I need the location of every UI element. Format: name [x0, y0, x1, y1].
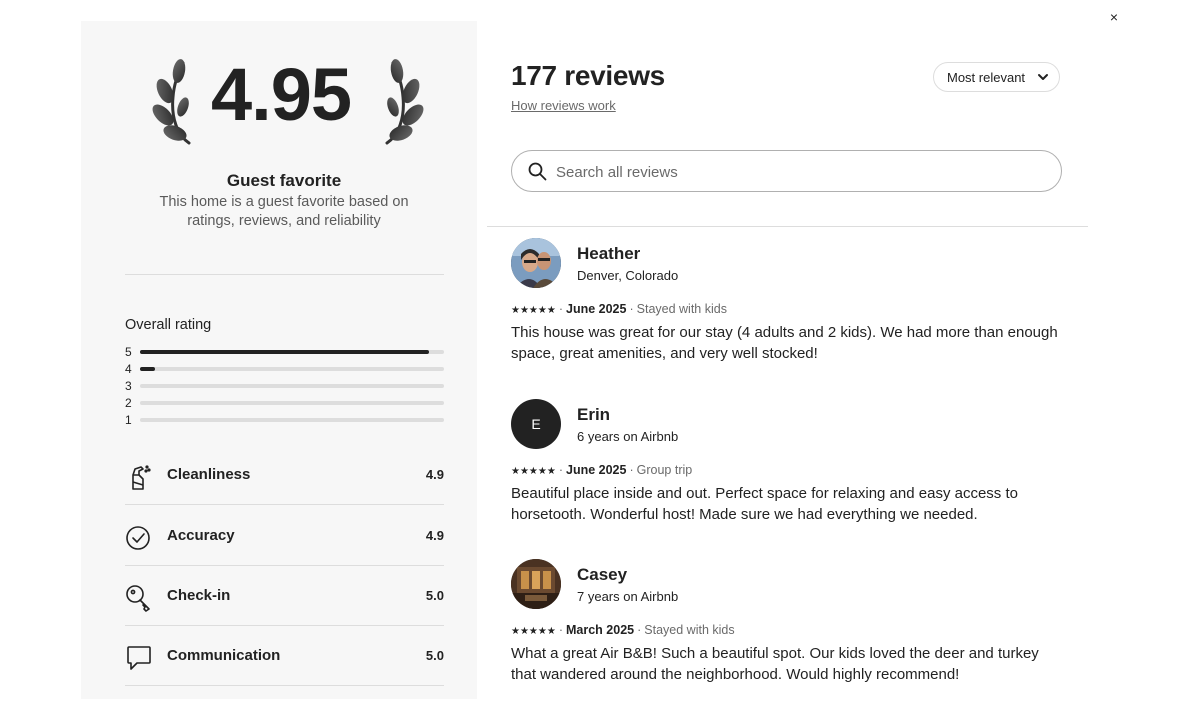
category-name: Communication: [167, 647, 281, 664]
reviewer-name: Heather: [577, 244, 641, 263]
separator-dot: ·: [558, 463, 563, 477]
review-text: What a great Air B&B! Such a beautiful s…: [511, 645, 1039, 683]
separator-dot: ·: [558, 302, 563, 316]
laurel-left-icon: [152, 59, 191, 145]
review-meta: ★★★★★ · March 2025 · Stayed with kids: [511, 623, 735, 637]
review-text: This house was great for our stay (4 adu…: [511, 324, 1058, 362]
avatar-initial: E: [531, 416, 541, 432]
category-name: Cleanliness: [167, 466, 251, 483]
separator-dot: ·: [558, 623, 563, 637]
category-name: Accuracy: [167, 527, 235, 544]
rating-bar-label: 2: [125, 396, 132, 410]
rating-bar-track: [140, 418, 444, 422]
reviewer-subtitle: Denver, Colorado: [577, 268, 679, 283]
reviewer-subtitle: 7 years on Airbnb: [577, 589, 679, 604]
review-meta: ★★★★★ · June 2025 · Stayed with kids: [511, 302, 727, 316]
summary-divider: [125, 274, 444, 275]
category-name: Check-in: [167, 587, 231, 604]
reviewer-name: Casey: [577, 565, 628, 584]
avatar[interactable]: E: [511, 399, 561, 449]
separator-dot: ·: [629, 302, 634, 316]
reviewer-name: Erin: [577, 405, 611, 424]
avatar[interactable]: [511, 238, 561, 288]
header-divider: [487, 226, 1088, 227]
avatar-photo: [511, 559, 561, 609]
rating-bar-label: 3: [125, 379, 132, 393]
rating-bar-3: 3: [125, 379, 444, 393]
category-check-in: Check-in 5.0: [125, 566, 444, 626]
overall-rating-title: Overall rating: [125, 317, 212, 333]
review-stars: ★★★★★: [511, 626, 556, 637]
category-accuracy: Accuracy 4.9: [125, 506, 444, 566]
rating-bar-label: 4: [125, 362, 132, 376]
review-item: Casey 7 years on Airbnb ★★★★★ · March 2025…: [511, 559, 1071, 699]
category-value: 5.0: [425, 588, 444, 603]
rating-bar-2: 2: [125, 396, 444, 410]
review-date: June 2025: [566, 302, 627, 316]
how-reviews-work-link[interactable]: How reviews work: [511, 98, 616, 113]
trip-type: Stayed with kids: [636, 302, 727, 316]
key-icon: [126, 585, 150, 612]
category-value: 4.9: [425, 528, 444, 543]
rating-bar-label: 5: [125, 345, 132, 359]
rating-bar-fill: [140, 350, 429, 354]
chat-bubble-icon: [127, 646, 151, 670]
category-value: 4.9: [425, 467, 444, 482]
rating-bar-track: [140, 384, 444, 388]
overall-rating-value: 4.95: [210, 53, 352, 136]
review-stars: ★★★★★: [511, 466, 556, 477]
review-meta: ★★★★★ · June 2025 · Group trip: [511, 463, 692, 477]
rating-bar-track: [140, 350, 444, 354]
rating-bar-label: 1: [125, 413, 132, 427]
guest-favorite-hero: 4.95 Guest favorite This home is a guest…: [81, 21, 477, 251]
category-value: 5.0: [425, 648, 444, 663]
review-text: Beautiful place inside and out. Perfect …: [511, 485, 1018, 523]
review-date: June 2025: [566, 463, 627, 477]
avatar-photo: [511, 238, 561, 288]
category-communication: Communication 5.0: [125, 626, 444, 686]
separator-dot: ·: [629, 463, 634, 477]
close-icon[interactable]: ×: [1106, 10, 1122, 24]
rating-bar-5: 5: [125, 345, 444, 359]
review-stars: ★★★★★: [511, 305, 556, 316]
review-date: March 2025: [566, 623, 635, 637]
avatar[interactable]: [511, 559, 561, 609]
reviews-count-title: 177 reviews: [511, 60, 665, 91]
rating-bar-fill: [140, 367, 156, 371]
trip-type: Group trip: [636, 463, 693, 477]
sort-dropdown[interactable]: Most relevant: [933, 62, 1060, 92]
guest-favorite-title: Guest favorite: [226, 171, 342, 190]
reviewer-subtitle: 6 years on Airbnb: [577, 429, 679, 444]
search-input[interactable]: [554, 159, 1038, 185]
category-divider: [125, 685, 444, 686]
rating-summary-panel: 4.95 Guest favorite This home is a guest…: [81, 21, 477, 699]
sort-dropdown-label: Most relevant: [947, 70, 1026, 85]
category-divider: [125, 504, 444, 505]
chevron-down-icon: [1038, 74, 1048, 80]
category-cleanliness: Cleanliness 4.9: [125, 445, 444, 505]
search-icon: [528, 162, 547, 181]
laurel-right-icon: [385, 59, 424, 145]
separator-dot: ·: [637, 623, 642, 637]
rating-bar-4: 4: [125, 362, 444, 376]
spray-bottle-icon: [132, 465, 151, 490]
review-item: Heather Denver, Colorado ★★★★★ · June 2025…: [511, 238, 1071, 378]
check-circle-icon: [126, 526, 150, 550]
trip-type: Stayed with kids: [644, 623, 735, 637]
guest-favorite-description: This home is a guest favorite based on r…: [159, 194, 409, 229]
rating-bar-track: [140, 401, 444, 405]
review-item: E Erin 6 years on Airbnb ★★★★★ · June 2025…: [511, 399, 1071, 539]
rating-bar-track: [140, 367, 444, 371]
review-search-box[interactable]: [511, 150, 1062, 192]
rating-bar-1: 1: [125, 413, 444, 427]
